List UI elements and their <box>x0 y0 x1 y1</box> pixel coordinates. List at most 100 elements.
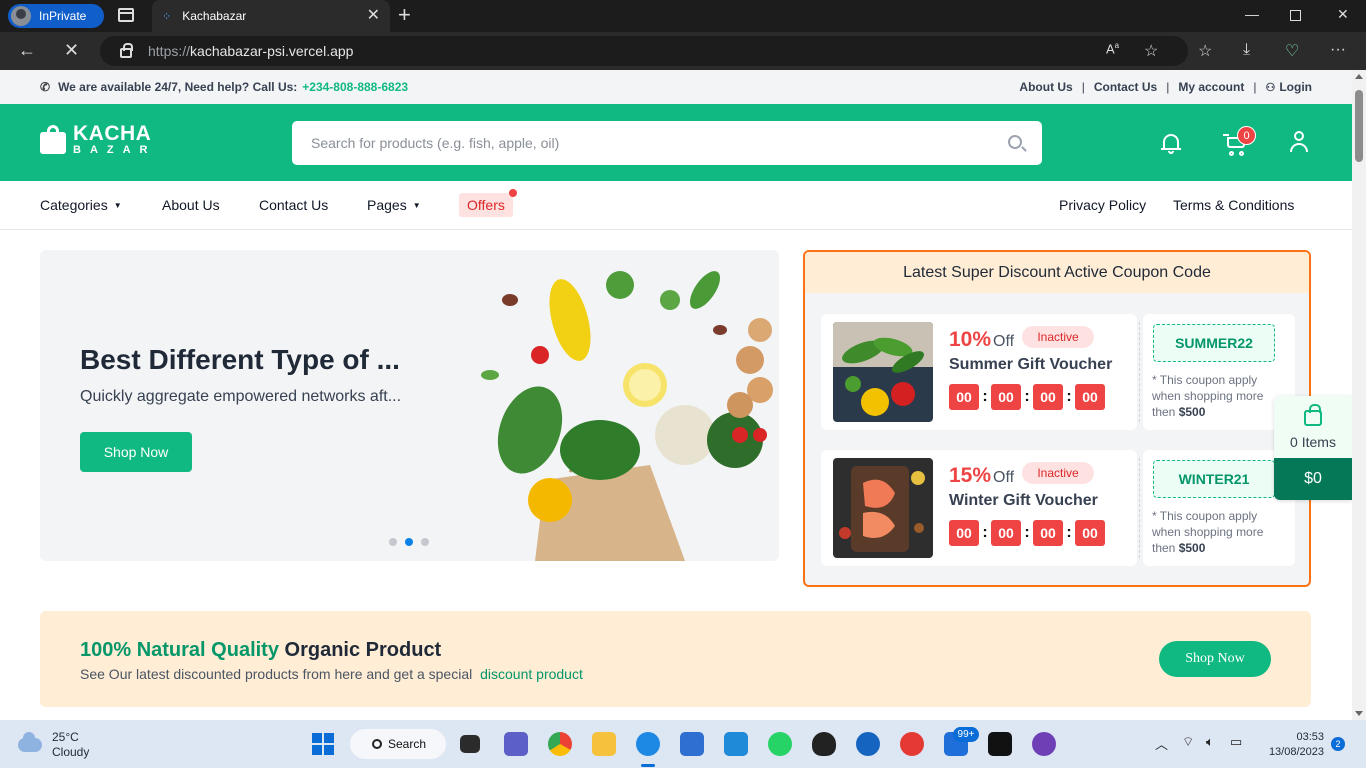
hashnode-icon[interactable] <box>988 732 1012 756</box>
notification-count-badge[interactable]: 2 <box>1331 737 1345 751</box>
tray-overflow-chevron-icon[interactable]: ︿ <box>1155 734 1168 753</box>
more-menu-icon[interactable]: ··· <box>1330 41 1346 59</box>
hero-title: Best Different Type of ... <box>80 344 400 375</box>
nav-about[interactable]: About Us <box>162 197 220 213</box>
browser-essentials-icon[interactable]: ♡ <box>1285 41 1299 61</box>
scroll-thumb[interactable] <box>1355 90 1363 162</box>
edge-icon[interactable] <box>636 732 660 756</box>
file-explorer-icon[interactable] <box>592 732 616 756</box>
floating-cart[interactable]: 0 Items $0 <box>1274 396 1352 500</box>
restore-icon[interactable] <box>1290 10 1301 21</box>
site-logo[interactable]: KACHA BAZAR <box>40 123 157 156</box>
promo-text: See Our latest discounted products from … <box>80 666 583 682</box>
nav-privacy[interactable]: Privacy Policy <box>1059 197 1146 213</box>
slider-dot[interactable] <box>389 538 397 546</box>
top-link-contact[interactable]: Contact Us <box>1094 80 1157 94</box>
github-icon[interactable] <box>1032 732 1056 756</box>
coupon-code-button[interactable]: WINTER21 <box>1153 460 1275 498</box>
address-field[interactable]: https://kachabazar-psi.vercel.app <box>100 36 1188 66</box>
close-tab-icon[interactable]: ✕ <box>367 8 380 24</box>
page-scrollbar[interactable] <box>1352 70 1366 720</box>
countdown-days: 00 <box>949 384 979 410</box>
slider-dot-active[interactable] <box>405 538 413 546</box>
downloads-icon[interactable]: ⤓ <box>1243 41 1250 59</box>
wifi-icon[interactable]: ⌔ <box>1182 734 1194 750</box>
scroll-up-arrow-icon[interactable] <box>1355 74 1363 79</box>
loading-favicon-icon: ⁘ <box>162 10 173 23</box>
hero-shop-now-button[interactable]: Shop Now <box>80 432 192 472</box>
scroll-down-arrow-icon[interactable] <box>1355 711 1363 716</box>
teams-icon[interactable] <box>504 732 528 756</box>
read-aloud-icon[interactable]: Aa <box>1106 41 1119 56</box>
whatsapp-icon[interactable] <box>768 732 792 756</box>
nav-offers[interactable]: Offers <box>459 189 517 217</box>
favorite-star-icon[interactable]: ☆ <box>1144 41 1158 61</box>
countdown-minutes: 00 <box>1033 384 1063 410</box>
phone-icon: ✆ <box>40 80 51 94</box>
new-tab-icon[interactable]: + <box>398 4 411 26</box>
countdown-hours: 00 <box>991 520 1021 546</box>
coupon-info: 15% Off Inactive Winter Gift Voucher 00: … <box>821 450 1137 566</box>
coupon-info: 10% Off Inactive Summer Gift Voucher 00: … <box>821 314 1137 430</box>
stop-loading-icon[interactable]: ✕ <box>64 40 79 61</box>
hero-subtitle: Quickly aggregate empowered networks aft… <box>80 388 402 405</box>
offers-dot-indicator <box>508 189 517 197</box>
linux-penguin-icon[interactable] <box>812 732 836 756</box>
volume-icon[interactable]: 🔈︎ <box>1206 734 1214 750</box>
chevron-down-icon: ▼ <box>113 200 122 210</box>
tab-actions-icon[interactable] <box>118 8 134 22</box>
user-icon[interactable] <box>1289 131 1309 153</box>
lock-icon[interactable] <box>120 43 133 58</box>
coupon-code-button[interactable]: SUMMER22 <box>1153 324 1275 362</box>
search-icon[interactable] <box>1008 135 1022 149</box>
minimize-icon[interactable]: — <box>1245 6 1259 22</box>
airtel-icon[interactable] <box>900 732 924 756</box>
battery-icon[interactable]: ▭ <box>1230 734 1242 750</box>
windows-start-icon[interactable] <box>312 733 334 755</box>
top-link-login[interactable]: Login <box>1279 80 1312 94</box>
web-page: ✆ We are available 24/7, Need help? Call… <box>0 70 1352 720</box>
inprivate-badge[interactable]: InPrivate <box>8 4 104 28</box>
promo-shop-now-button[interactable]: Shop Now <box>1159 641 1271 677</box>
top-link-about[interactable]: About Us <box>1019 80 1072 94</box>
coupon-panel-heading: Latest Super Discount Active Coupon Code <box>805 252 1309 294</box>
slider-dots <box>389 538 437 546</box>
main-nav: Categories ▼ About Us Contact Us Pages ▼ O… <box>0 181 1352 230</box>
browser-tab-active[interactable]: ⁘ Kachabazar ✕ <box>152 0 390 32</box>
favorites-list-icon[interactable]: ☆ <box>1198 41 1212 61</box>
windows-taskbar: 25°C Cloudy Search 99+ ︿ ⌔ 🔈︎ ▭ 03:53 13… <box>0 720 1366 768</box>
weather-widget[interactable]: 25°C Cloudy <box>18 730 89 760</box>
back-icon[interactable]: ← <box>18 40 36 61</box>
task-view-icon[interactable] <box>460 735 480 753</box>
system-clock[interactable]: 03:53 13/08/2023 <box>1262 730 1324 760</box>
chrome-icon[interactable] <box>548 732 572 756</box>
countdown-days: 00 <box>949 520 979 546</box>
coupon-percent: 15% Off <box>949 464 1015 487</box>
window-close-icon[interactable]: ✕ <box>1337 6 1349 23</box>
coupon-code-area: SUMMER22 * This coupon apply when shoppi… <box>1143 314 1295 430</box>
browser-tab-bar: InPrivate ⁘ Kachabazar ✕ + — ✕ <box>0 0 1366 32</box>
nav-contact[interactable]: Contact Us <box>259 197 328 213</box>
separator: | <box>1166 80 1170 94</box>
nav-pages[interactable]: Pages ▼ <box>367 197 421 213</box>
notification-bell-icon[interactable] <box>1161 132 1181 154</box>
store-icon[interactable] <box>680 732 704 756</box>
search-input[interactable] <box>292 121 972 165</box>
nav-categories[interactable]: Categories ▼ <box>40 197 122 213</box>
help-phone[interactable]: +234-808-888-6823 <box>302 80 408 94</box>
nav-terms[interactable]: Terms & Conditions <box>1173 197 1294 213</box>
location-app-icon[interactable] <box>856 732 880 756</box>
promo-title: 100% Natural Quality Organic Product <box>80 639 442 661</box>
promo-discount-link[interactable]: discount product <box>480 666 583 682</box>
taskbar-search[interactable]: Search <box>350 729 446 759</box>
coupon-card: 15% Off Inactive Winter Gift Voucher 00: … <box>821 450 1295 566</box>
address-bar-row: ← ✕ https://kachabazar-psi.vercel.app Aa… <box>0 32 1366 70</box>
vscode-icon[interactable] <box>724 732 748 756</box>
coupon-image-peppers <box>833 322 933 422</box>
url-text: https://kachabazar-psi.vercel.app <box>148 43 354 59</box>
top-link-account[interactable]: My account <box>1178 80 1244 94</box>
help-line: ✆ We are available 24/7, Need help? Call… <box>40 80 408 94</box>
slider-dot[interactable] <box>421 538 429 546</box>
coupon-note: * This coupon apply when shopping more t… <box>1152 373 1264 419</box>
app-notification-badge: 99+ <box>953 727 979 742</box>
